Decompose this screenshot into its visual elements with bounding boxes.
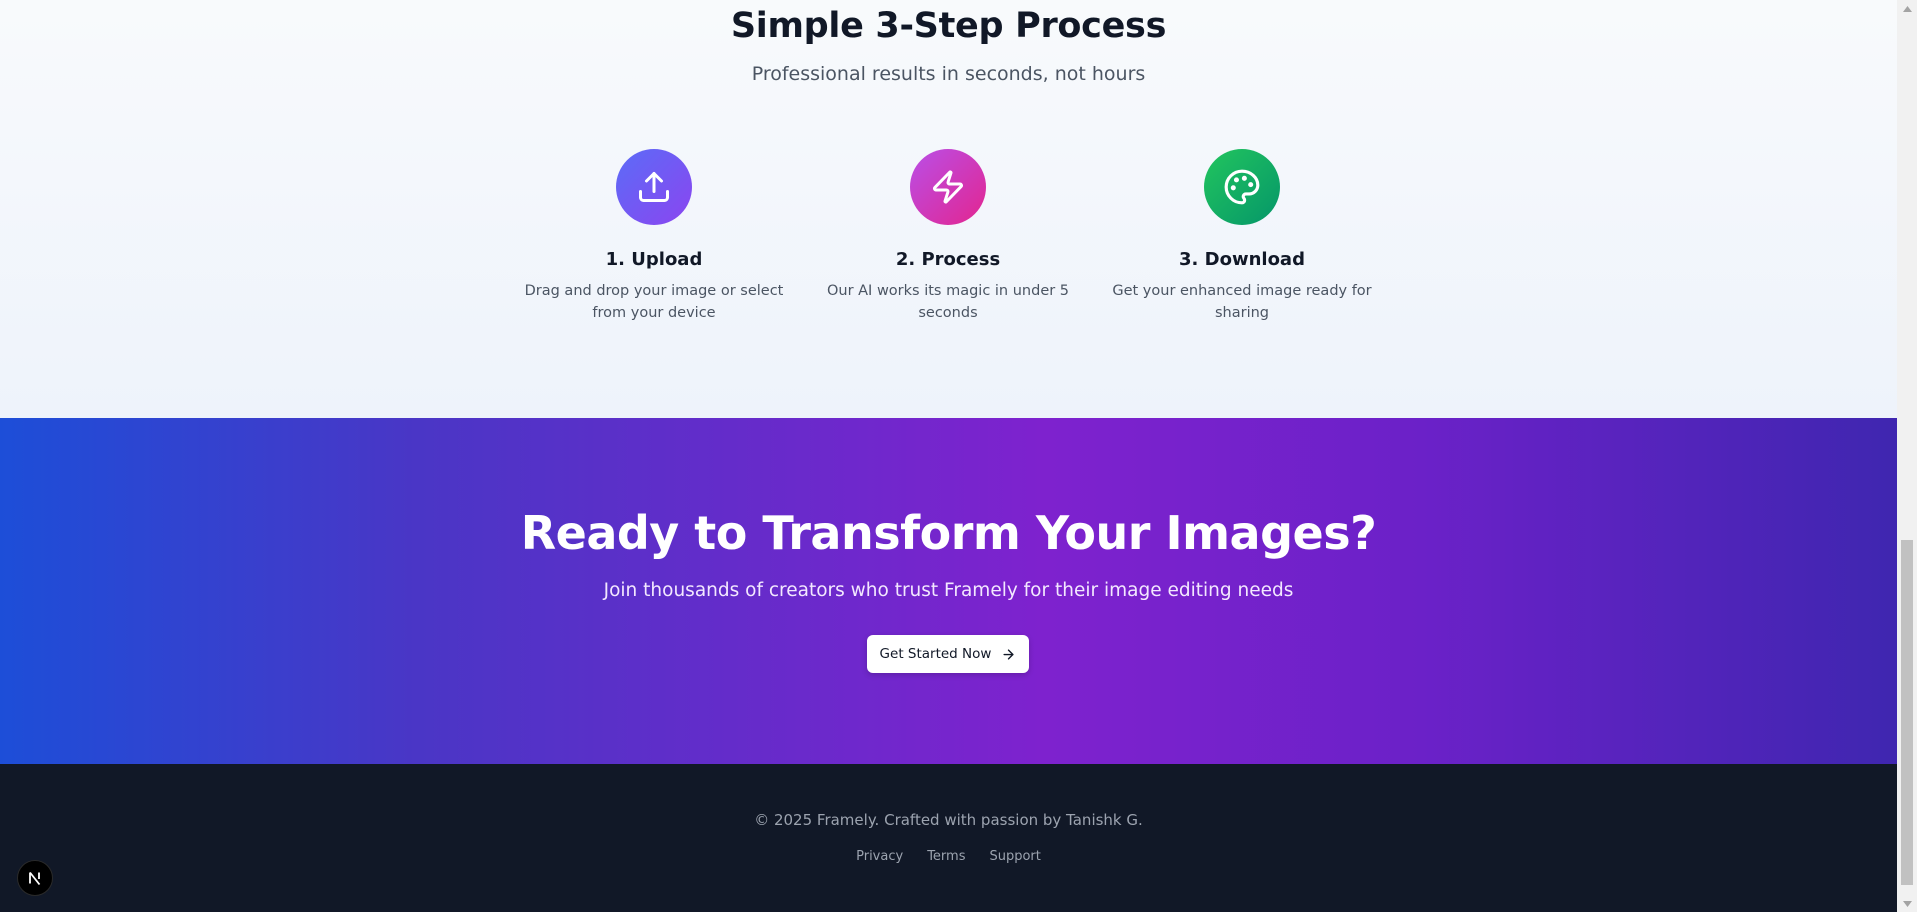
- step-upload: 1. Upload Drag and drop your image or se…: [524, 149, 784, 324]
- scroll-down-arrow[interactable]: [1897, 895, 1917, 912]
- footer: © 2025 Framely. Crafted with passion by …: [0, 764, 1897, 912]
- cta-subtitle: Join thousands of creators who trust Fra…: [603, 580, 1294, 601]
- zap-icon: [933, 170, 963, 204]
- scroll-up-arrow[interactable]: [1897, 0, 1917, 17]
- step-title: 2. Process: [895, 249, 1001, 270]
- steps-section: Simple 3-Step Process Professional resul…: [0, 0, 1897, 418]
- step-process: 2. Process Our AI works its magic in und…: [818, 149, 1078, 324]
- footer-link-terms[interactable]: Terms: [927, 849, 965, 864]
- footer-links: Privacy Terms Support: [0, 849, 1897, 864]
- step-download: 3. Download Get your enhanced image read…: [1112, 149, 1372, 324]
- step-description: Drag and drop your image or select from …: [524, 283, 784, 321]
- upload-icon-circle: [616, 149, 692, 225]
- get-started-button[interactable]: Get Started Now: [867, 635, 1029, 673]
- vertical-scrollbar[interactable]: [1897, 0, 1917, 912]
- cta-section: Ready to Transform Your Images? Join tho…: [0, 418, 1897, 764]
- steps-subtitle: Professional results in seconds, not hou…: [751, 63, 1146, 85]
- footer-copyright: © 2025 Framely. Crafted with passion by …: [754, 811, 1143, 829]
- nextjs-logo-icon: [29, 871, 41, 886]
- page: Simple 3-Step Process Professional resul…: [0, 0, 1917, 912]
- upload-icon: [639, 172, 669, 202]
- palette-icon-circle: [1204, 149, 1280, 225]
- step-description: Get your enhanced image ready for sharin…: [1112, 283, 1372, 321]
- zap-icon-circle: [910, 149, 986, 225]
- arrow-right-icon: [1003, 648, 1015, 660]
- scrollbar-thumb[interactable]: [1901, 540, 1913, 885]
- step-title: 3. Download: [1179, 249, 1305, 270]
- caret-down-icon: [1902, 900, 1912, 907]
- steps-title: Simple 3-Step Process: [730, 6, 1167, 46]
- step-title: 1. Upload: [605, 249, 703, 270]
- cta-title: Ready to Transform Your Images?: [520, 506, 1377, 560]
- main-content: Simple 3-Step Process Professional resul…: [0, 0, 1897, 912]
- step-description: Our AI works its magic in under 5 second…: [826, 283, 1070, 321]
- palette-icon: [1224, 169, 1260, 205]
- footer-link-support[interactable]: Support: [989, 849, 1040, 864]
- footer-link-privacy[interactable]: Privacy: [856, 849, 903, 864]
- get-started-button-label: Get Started Now: [879, 646, 992, 662]
- nextjs-dev-badge[interactable]: [17, 860, 53, 896]
- caret-up-icon: [1902, 5, 1912, 12]
